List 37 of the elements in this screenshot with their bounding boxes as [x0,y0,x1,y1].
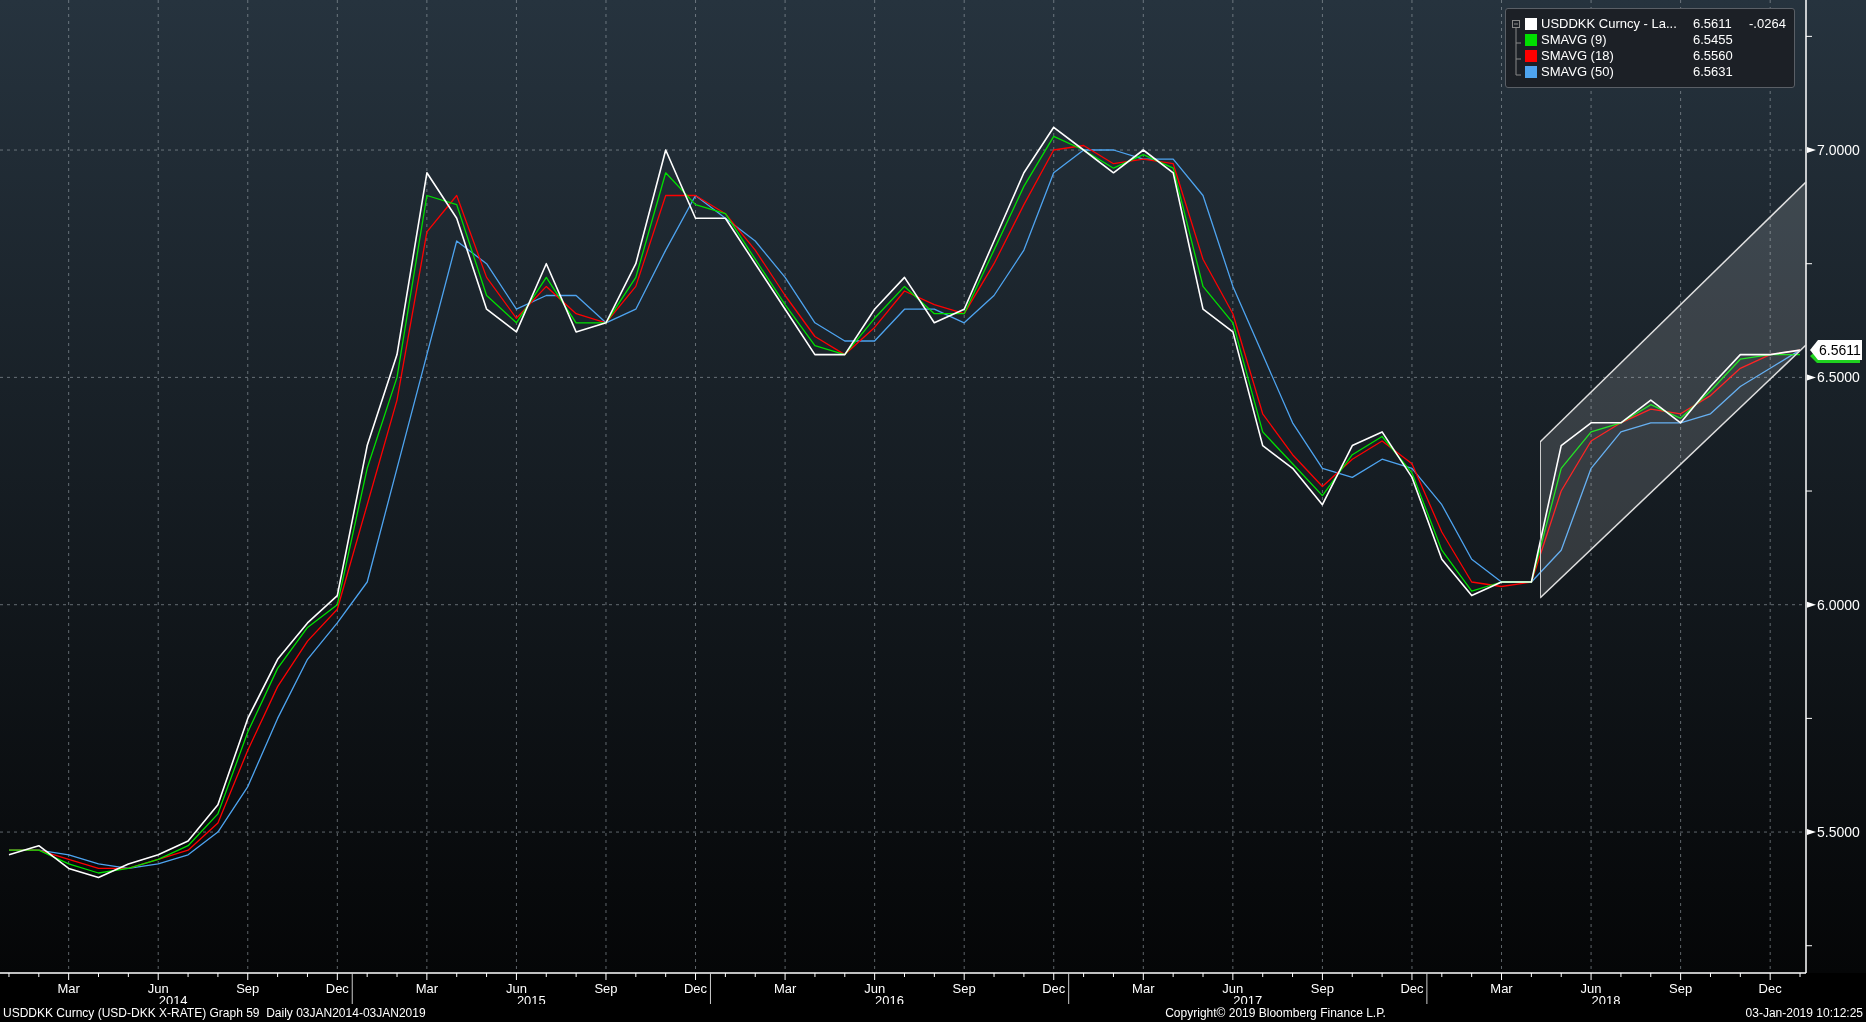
axis-label: 7.0000 [1817,142,1860,159]
month-label: Mar [57,981,80,996]
month-label: Jun [505,981,527,996]
axis-label: 6.0000 [1817,596,1860,613]
series-value: 6.5631 [1693,64,1734,79]
series-value: 6.5611 [1693,16,1733,31]
series-change: -.0264 [1749,16,1786,31]
month-label: Jun [1580,981,1602,996]
timestamp: 03-Jan-2019 10:12:25 [1745,1007,1863,1019]
price-tag: 6.5611 [1810,340,1862,361]
series-name: SMAVG (18) [1541,48,1615,63]
month-label: Dec [1758,981,1782,996]
month-label: Sep [1310,981,1334,996]
month-label: Mar [415,981,439,996]
month-label: Sep [594,981,618,996]
month-label: Jun [1222,981,1244,996]
month-label: Dec [1042,981,1066,996]
series-value: 6.5455 [1693,32,1734,47]
series-name: SMAVG (9) [1541,32,1608,47]
month-label: Jun [864,981,886,996]
month-label: Dec [325,981,349,996]
axis-label: 6.5000 [1817,369,1860,386]
month-label: Mar [773,981,797,996]
copyright-notice: Copyright© 2019 Bloomberg Finance L.P. [1165,1007,1386,1019]
month-label: Jun [147,981,169,996]
month-label: Sep [236,981,260,996]
series-value: 6.5560 [1693,48,1734,63]
month-label: Mar [1490,981,1513,996]
chart-description: USDDKK Curncy (USD-DKK X-RATE) Graph 59 Daily 03JAN2014-03JAN2019 [3,1007,426,1019]
axis-label: 5.5000 [1817,824,1860,841]
month-label: Sep [952,981,976,996]
series-name: SMAVG (50) [1541,64,1615,79]
month-label: Dec [683,981,708,996]
month-label: Sep [1669,981,1693,996]
series-name: USDDKK Curncy - La... [1541,16,1678,31]
month-label: Mar [1132,981,1155,996]
month-label: Dec [1400,981,1424,996]
